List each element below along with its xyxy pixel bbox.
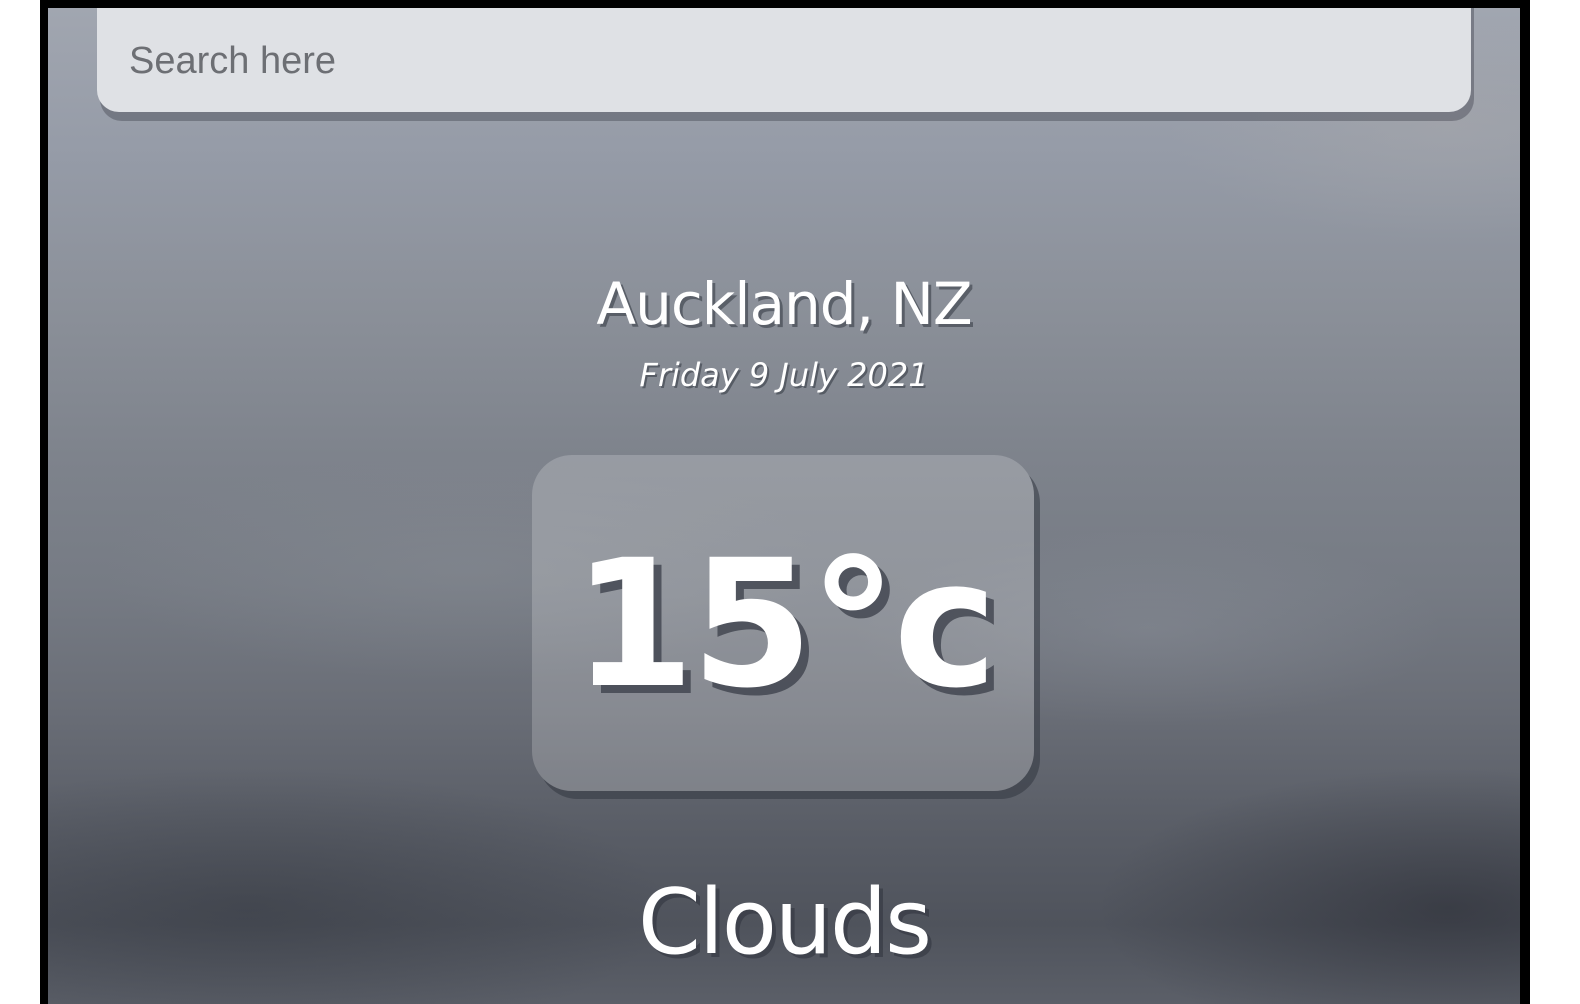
app-frame: Auckland, NZ Friday 9 July 2021 15°c Clo…: [40, 0, 1530, 1004]
current-date: Friday 9 July 2021: [639, 356, 929, 394]
weather-condition: Clouds: [638, 870, 932, 975]
weather-app: Auckland, NZ Friday 9 July 2021 15°c Clo…: [48, 8, 1520, 1004]
location-name: Auckland, NZ: [596, 270, 972, 338]
temperature-value: 15°c: [572, 522, 997, 727]
search-input[interactable]: [127, 30, 1471, 92]
search-box: [97, 8, 1471, 112]
temperature-card: 15°c: [532, 455, 1034, 791]
